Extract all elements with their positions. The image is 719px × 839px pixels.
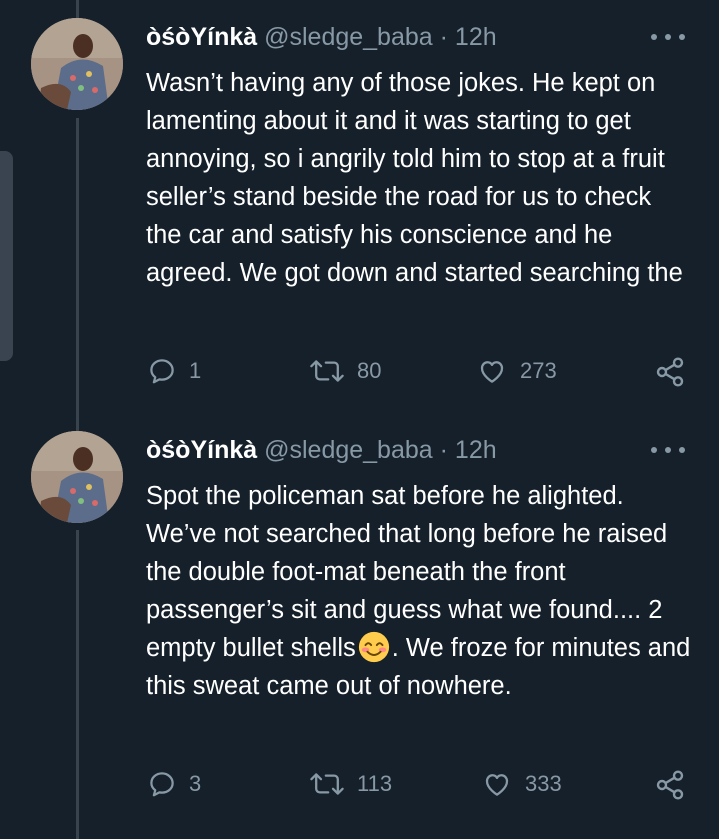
- like-count: 333: [525, 771, 562, 796]
- retweet-count: 80: [357, 358, 382, 383]
- avatar[interactable]: [31, 431, 123, 523]
- reply-count: 1: [189, 358, 202, 383]
- tweet-text: Wasn’t having any of those jokes. He kep…: [146, 69, 683, 287]
- thread-line-bottom: [76, 530, 79, 839]
- tweet-header: òśòYínkà @sledge_baba · 12h: [146, 23, 497, 52]
- like-count: 273: [520, 358, 557, 383]
- reply-icon: [150, 359, 174, 384]
- reply-button[interactable]: 3: [147, 769, 201, 799]
- side-scroll-handle[interactable]: [0, 151, 13, 361]
- more-icon[interactable]: [651, 440, 685, 460]
- timestamp[interactable]: 12h: [455, 23, 497, 51]
- timestamp[interactable]: 12h: [455, 436, 497, 464]
- retweet-icon: [310, 360, 344, 382]
- smiling-face-emoji-icon: [358, 631, 389, 663]
- display-name[interactable]: òśòYínkà: [146, 436, 257, 464]
- like-button[interactable]: 333: [481, 769, 562, 799]
- separator: ·: [439, 23, 448, 51]
- username[interactable]: @sledge_baba: [264, 436, 433, 464]
- reply-button[interactable]: 1: [147, 356, 201, 386]
- tweet-text: Spot the policeman sat before he alighte…: [146, 477, 691, 705]
- thread-line-middle: [76, 118, 79, 431]
- tweet-header: òśòYínkà @sledge_baba · 12h: [146, 436, 497, 465]
- display-name[interactable]: òśòYínkà: [146, 23, 257, 51]
- retweet-icon: [310, 773, 344, 795]
- share-icon: [656, 357, 684, 387]
- like-icon: [485, 774, 509, 796]
- more-icon[interactable]: [651, 27, 685, 47]
- share-icon: [656, 770, 684, 800]
- share-button[interactable]: [654, 356, 686, 388]
- separator: ·: [439, 436, 448, 464]
- like-icon: [480, 361, 504, 383]
- retweet-button[interactable]: 113: [309, 769, 392, 799]
- share-button[interactable]: [654, 769, 686, 801]
- like-button[interactable]: 273: [476, 356, 557, 386]
- username[interactable]: @sledge_baba: [264, 23, 433, 51]
- retweet-count: 113: [357, 771, 393, 796]
- reply-icon: [150, 772, 174, 797]
- retweet-button[interactable]: 80: [309, 356, 381, 386]
- avatar[interactable]: [31, 18, 123, 110]
- thread-line-top: [76, 0, 79, 18]
- reply-count: 3: [189, 771, 202, 796]
